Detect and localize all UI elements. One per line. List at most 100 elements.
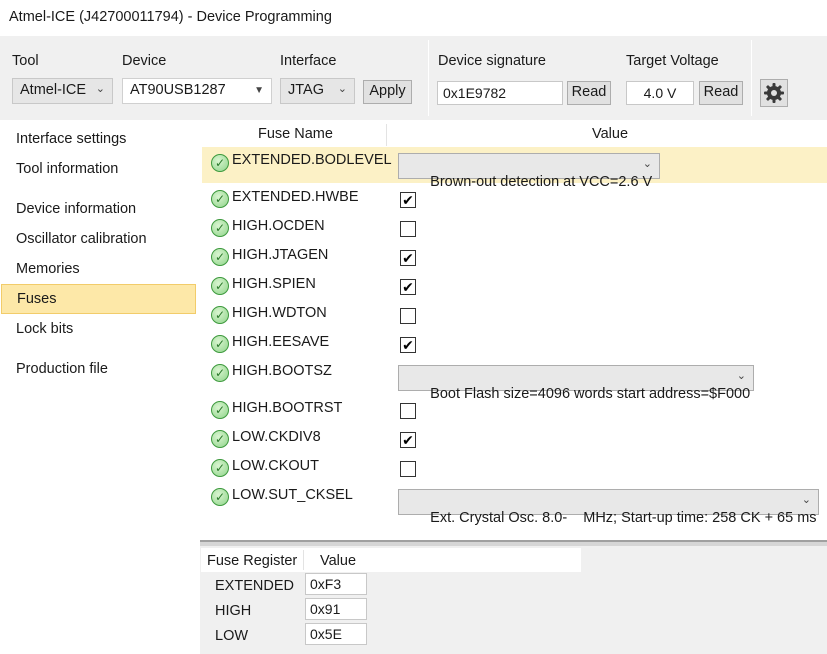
fuse-row-extended-bodlevel[interactable]: ✓ EXTENDED.BODLEVEL Brown-out detection … [202, 147, 827, 190]
fuse-name: HIGH.BOOTRST [232, 400, 343, 416]
check-circle-icon: ✓ [211, 364, 229, 382]
chevron-down-icon: ⌄ [95, 83, 105, 95]
sidebar-item-fuses[interactable]: Fuses [1, 284, 196, 314]
bootrst-checkbox[interactable] [400, 403, 416, 419]
low-register-field[interactable]: 0x5E [305, 623, 367, 645]
fuse-row-high-wdton[interactable]: ✓ HIGH.WDTON [202, 301, 827, 330]
column-divider [303, 550, 304, 570]
fuse-row-extended-hwbe[interactable]: ✓ EXTENDED.HWBE ✔ [202, 185, 827, 214]
tool-select-value: Atmel-ICE [20, 82, 87, 98]
eesave-checkbox[interactable]: ✔ [400, 337, 416, 353]
gear-icon [764, 83, 784, 103]
toolbar: Tool Atmel-ICE ⌄ Device AT90USB1287 ▼ In… [0, 36, 827, 120]
tool-select[interactable]: Atmel-ICE ⌄ [12, 78, 113, 104]
check-circle-icon: ✓ [211, 335, 229, 353]
toolbar-divider [751, 40, 752, 116]
fuse-name: LOW.CKDIV8 [232, 429, 321, 445]
fuse-value-header: Value [592, 126, 629, 142]
ocden-checkbox[interactable] [400, 221, 416, 237]
ckdiv8-checkbox[interactable]: ✔ [400, 432, 416, 448]
tool-label: Tool [12, 53, 39, 69]
sidebar-item-production-file[interactable]: Production file [1, 355, 196, 385]
fuse-row-low-ckout[interactable]: ✓ LOW.CKOUT [202, 454, 827, 483]
fuse-name: HIGH.JTAGEN [232, 247, 329, 263]
high-register-field[interactable]: 0x91 [305, 598, 367, 620]
fuse-register-header: Fuse Register [207, 553, 298, 569]
check-circle-icon: ✓ [211, 459, 229, 477]
register-name: LOW [215, 628, 249, 644]
fuse-name: HIGH.BOOTSZ [232, 363, 332, 379]
interface-select-value: JTAG [288, 82, 324, 98]
device-select-value: AT90USB1287 [130, 82, 226, 98]
check-circle-icon: ✓ [211, 277, 229, 295]
fuse-name: LOW.SUT_CKSEL [232, 487, 353, 503]
bodlevel-select[interactable]: Brown-out detection at VCC=2.6 V ⌄ [398, 153, 660, 190]
check-circle-icon: ✓ [211, 401, 229, 419]
read-voltage-button[interactable]: Read [699, 81, 743, 105]
device-signature-field[interactable]: 0x1E9782 [437, 81, 563, 105]
check-circle-icon: ✓ [211, 154, 229, 172]
fuse-row-high-bootrst[interactable]: ✓ HIGH.BOOTRST [202, 396, 827, 425]
sidebar-item-interface-settings[interactable]: Interface settings [1, 125, 196, 155]
register-name: EXTENDED [215, 578, 294, 594]
sidebar-item-oscillator-calibration[interactable]: Oscillator calibration [1, 225, 196, 255]
fuse-name-header: Fuse Name [258, 126, 333, 142]
apply-button[interactable]: Apply [363, 80, 412, 104]
read-signature-button[interactable]: Read [567, 81, 611, 105]
register-value-header: Value [320, 553, 357, 569]
fuse-row-high-jtagen[interactable]: ✓ HIGH.JTAGEN ✔ [202, 243, 827, 272]
fuse-name: EXTENDED.HWBE [232, 189, 359, 205]
settings-button[interactable] [760, 79, 788, 107]
device-signature-label: Device signature [438, 53, 546, 69]
device-label: Device [122, 53, 167, 69]
fuse-row-low-sut-cksel[interactable]: ✓ LOW.SUT_CKSEL Ext. Crystal Osc. 8.0- M… [202, 483, 827, 526]
fuse-row-high-spien[interactable]: ✓ HIGH.SPIEN ✔ [202, 272, 827, 301]
sut-cksel-select[interactable]: Ext. Crystal Osc. 8.0- MHz; Start-up tim… [398, 489, 819, 526]
check-circle-icon: ✓ [211, 488, 229, 506]
wdton-checkbox[interactable] [400, 308, 416, 324]
extended-register-field[interactable]: 0xF3 [305, 573, 367, 595]
fuse-list: Fuse Name Value ✓ EXTENDED.BODLEVEL Brow… [200, 120, 827, 540]
fuse-name: LOW.CKOUT [232, 458, 320, 474]
sut-cksel-select-value: Ext. Crystal Osc. 8.0- MHz; Start-up tim… [430, 510, 817, 526]
fuse-registers-header: Fuse Register Value [201, 548, 581, 572]
fuse-row-high-bootsz[interactable]: ✓ HIGH.BOOTSZ Boot Flash size=4096 words… [202, 359, 827, 402]
bootsz-select[interactable]: Boot Flash size=4096 words start address… [398, 365, 754, 402]
dropdown-arrow-icon: ▼ [254, 85, 264, 96]
chevron-down-icon: ⌄ [337, 83, 347, 95]
ckout-checkbox[interactable] [400, 461, 416, 477]
sidebar-item-tool-information[interactable]: Tool information [1, 155, 196, 185]
fuse-row-high-ocden[interactable]: ✓ HIGH.OCDEN [202, 214, 827, 243]
hwbe-checkbox[interactable]: ✔ [400, 192, 416, 208]
jtagen-checkbox[interactable]: ✔ [400, 250, 416, 266]
fuse-name: HIGH.OCDEN [232, 218, 325, 234]
sidebar-item-lock-bits[interactable]: Lock bits [1, 315, 196, 345]
fuse-row-low-ckdiv8[interactable]: ✓ LOW.CKDIV8 ✔ [202, 425, 827, 454]
device-select[interactable]: AT90USB1287 ▼ [122, 78, 272, 104]
interface-select[interactable]: JTAG ⌄ [280, 78, 355, 104]
target-voltage-label: Target Voltage [626, 53, 719, 69]
check-circle-icon: ✓ [211, 190, 229, 208]
chevron-down-icon: ⌄ [642, 158, 652, 170]
column-divider [386, 124, 387, 146]
register-name: HIGH [215, 603, 252, 619]
target-voltage-field[interactable]: 4.0 V [626, 81, 694, 105]
sidebar-item-device-information[interactable]: Device information [1, 195, 196, 225]
check-circle-icon: ✓ [211, 219, 229, 237]
fuse-name: HIGH.SPIEN [232, 276, 316, 292]
chevron-down-icon: ⌄ [801, 494, 811, 506]
spien-checkbox[interactable]: ✔ [400, 279, 416, 295]
fuse-name: HIGH.WDTON [232, 305, 327, 321]
check-circle-icon: ✓ [211, 430, 229, 448]
toolbar-divider [428, 40, 429, 116]
chevron-down-icon: ⌄ [736, 370, 746, 382]
fuse-registers-panel: Fuse Register Value EXTENDED 0xF3 HIGH 0… [200, 546, 827, 654]
fuse-row-high-eesave[interactable]: ✓ HIGH.EESAVE ✔ [202, 330, 827, 359]
title-bar: Atmel-ICE (J42700011794) - Device Progra… [0, 0, 827, 36]
interface-label: Interface [280, 53, 337, 69]
check-circle-icon: ✓ [211, 248, 229, 266]
window-title: Atmel-ICE (J42700011794) - Device Progra… [9, 9, 332, 25]
sidebar-item-memories[interactable]: Memories [1, 255, 196, 285]
check-circle-icon: ✓ [211, 306, 229, 324]
sidebar: Interface settings Tool information Devi… [0, 120, 200, 654]
